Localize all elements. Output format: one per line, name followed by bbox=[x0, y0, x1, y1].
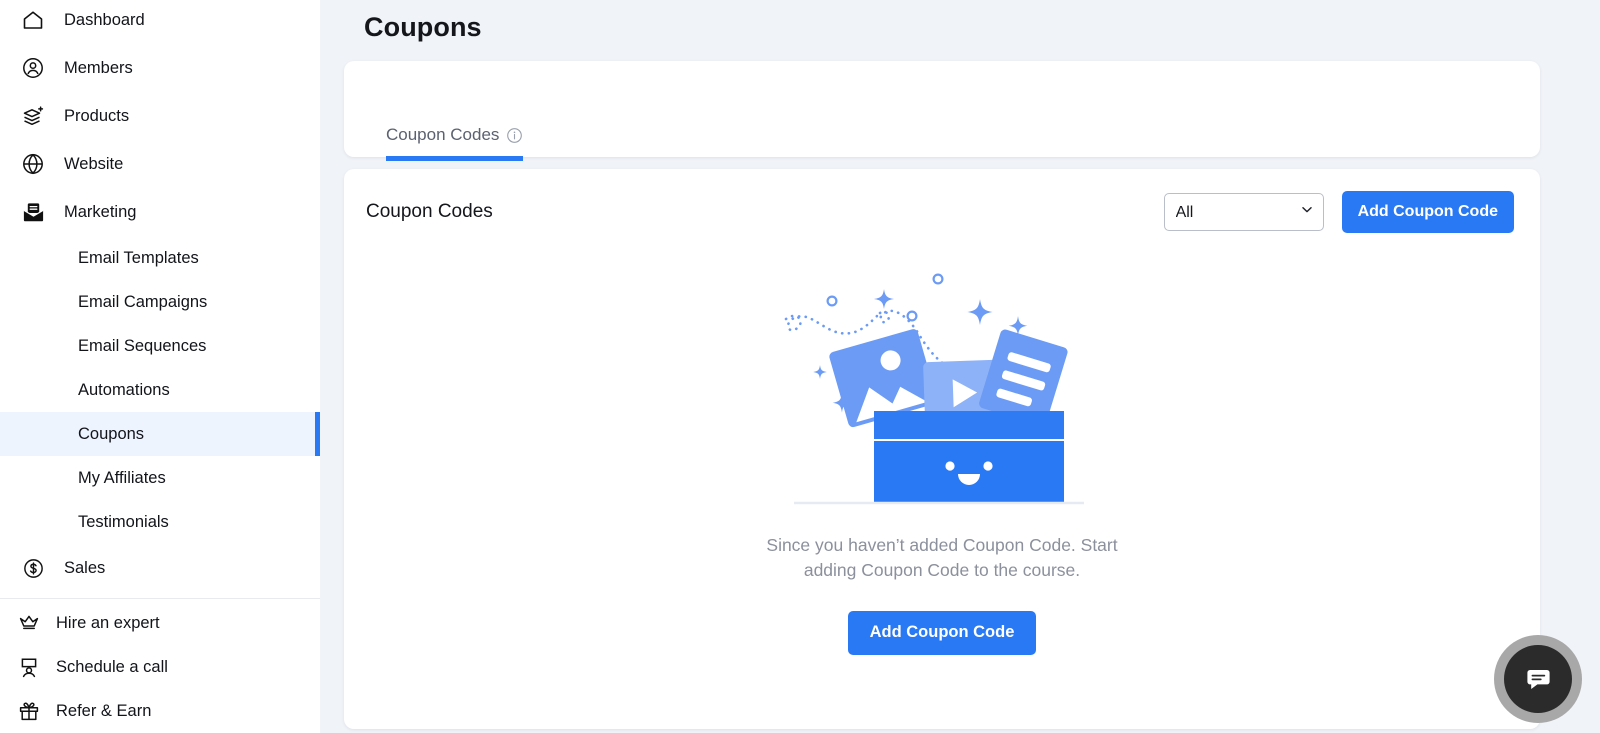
sidebar-item-label: Hire an expert bbox=[56, 613, 160, 632]
sidebar-item-hire-an-expert[interactable]: Hire an expert bbox=[0, 601, 320, 645]
sidebar-item-sales[interactable]: Sales bbox=[0, 544, 320, 592]
sidebar-item-coupons[interactable]: Coupons bbox=[0, 412, 320, 456]
sidebar-item-label: Email Templates bbox=[78, 248, 199, 267]
user-circle-icon bbox=[20, 55, 46, 81]
panel-header: Coupon Codes All Add Coupon Code bbox=[366, 191, 1514, 233]
sidebar-item-members[interactable]: Members bbox=[0, 44, 320, 92]
gift-icon bbox=[16, 698, 42, 724]
person-screen-icon bbox=[16, 654, 42, 680]
sidebar-item-marketing[interactable]: Marketing bbox=[0, 188, 320, 236]
sidebar-item-products[interactable]: Products bbox=[0, 92, 320, 140]
sidebar-item-label: Email Campaigns bbox=[78, 292, 208, 311]
chat-bubble-icon bbox=[1504, 645, 1572, 713]
tab-coupon-codes[interactable]: Coupon Codes bbox=[386, 125, 524, 161]
sidebar-item-dashboard[interactable]: Dashboard bbox=[0, 0, 320, 44]
add-coupon-code-button[interactable]: Add Coupon Code bbox=[1341, 191, 1514, 233]
open-box-with-media-cards-illustration bbox=[784, 273, 1084, 505]
sidebar-item-website[interactable]: Website bbox=[0, 140, 320, 188]
empty-state: Since you haven’t added Coupon Code. Sta… bbox=[344, 261, 1540, 655]
sidebar-item-label: My Affiliates bbox=[78, 468, 166, 487]
panel-actions: All Add Coupon Code bbox=[1163, 191, 1514, 233]
envelope-icon bbox=[20, 199, 46, 225]
tab-label: Coupon Codes bbox=[386, 125, 500, 144]
main-content: Coupons Coupon Codes Coupon Codes All Ad… bbox=[320, 0, 1600, 733]
sidebar-item-email-templates[interactable]: Email Templates bbox=[0, 236, 320, 280]
sidebar-item-testimonials[interactable]: Testimonials bbox=[0, 500, 320, 544]
sidebar-item-label: Testimonials bbox=[78, 512, 169, 531]
sidebar-item-label: Refer & Earn bbox=[56, 701, 152, 720]
sidebar-item-label: Products bbox=[64, 106, 130, 125]
page-title: Coupons bbox=[364, 12, 482, 42]
sidebar-item-schedule-a-call[interactable]: Schedule a call bbox=[0, 645, 320, 689]
sidebar-item-email-campaigns[interactable]: Email Campaigns bbox=[0, 280, 320, 324]
sidebar: Dashboard Members Products Website Marke… bbox=[0, 0, 320, 733]
coupon-filter-select[interactable]: All bbox=[1163, 193, 1324, 231]
sidebar-item-label: Coupons bbox=[78, 424, 145, 443]
sidebar-item-label: Sales bbox=[64, 558, 106, 577]
layers-plus-icon bbox=[20, 103, 46, 129]
sidebar-item-automations[interactable]: Automations bbox=[0, 368, 320, 412]
sidebar-item-label: Dashboard bbox=[64, 10, 145, 29]
sidebar-item-label: Marketing bbox=[64, 202, 137, 221]
empty-state-message: Since you haven’t added Coupon Code. Sta… bbox=[766, 535, 1118, 580]
coupon-codes-panel: Coupon Codes All Add Coupon Code Since y… bbox=[344, 169, 1540, 729]
chat-widget-button[interactable] bbox=[1494, 635, 1582, 723]
empty-add-coupon-code-button[interactable]: Add Coupon Code bbox=[847, 610, 1037, 655]
sidebar-item-my-affiliates[interactable]: My Affiliates bbox=[0, 456, 320, 500]
sidebar-item-refer-and-earn[interactable]: Refer & Earn bbox=[0, 689, 320, 733]
sidebar-item-label: Schedule a call bbox=[56, 657, 168, 676]
sidebar-item-label: Website bbox=[64, 154, 124, 173]
sidebar-item-label: Automations bbox=[78, 380, 170, 399]
dollar-circle-icon bbox=[20, 555, 46, 581]
panel-title: Coupon Codes bbox=[366, 201, 493, 222]
sidebar-item-email-sequences[interactable]: Email Sequences bbox=[0, 324, 320, 368]
app-root: Dashboard Members Products Website Marke… bbox=[0, 0, 1600, 733]
sidebar-bottom-panel: Hire an expert Schedule a call Refer & E… bbox=[0, 598, 320, 733]
tabs-card: Coupon Codes bbox=[344, 61, 1540, 161]
empty-state-action: Add Coupon Code bbox=[847, 610, 1037, 655]
sidebar-item-label: Email Sequences bbox=[78, 336, 207, 355]
globe-icon bbox=[20, 151, 46, 177]
home-icon bbox=[20, 7, 46, 33]
sidebar-item-label: Members bbox=[64, 58, 133, 77]
crown-icon bbox=[16, 610, 42, 636]
info-icon[interactable] bbox=[506, 127, 523, 144]
coupon-filter-select-wrapper: All bbox=[1163, 193, 1324, 231]
